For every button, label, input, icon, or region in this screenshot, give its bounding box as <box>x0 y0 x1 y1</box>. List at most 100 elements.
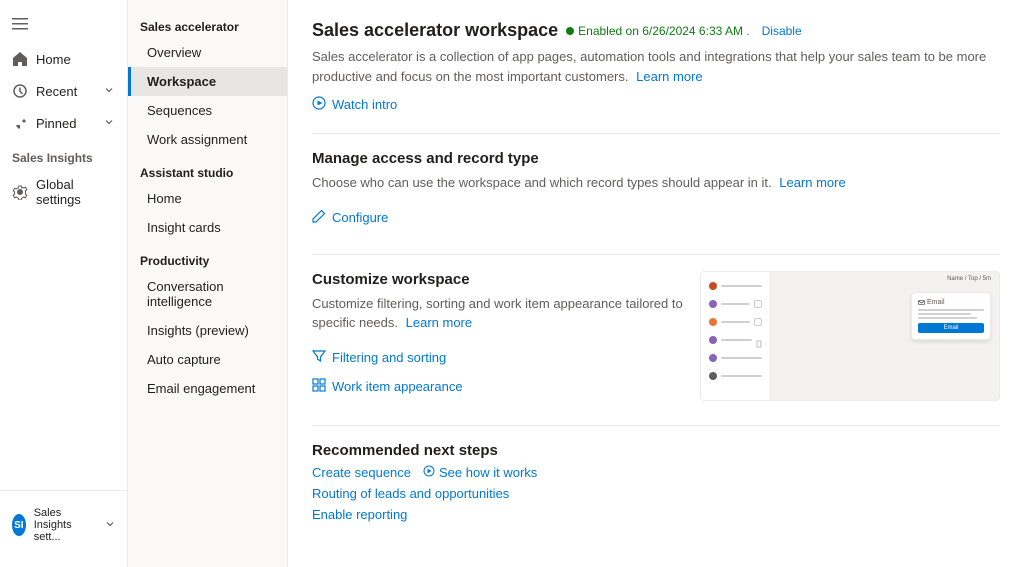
rec-step-create-sequence: Create sequence See how it works <box>312 465 1000 480</box>
status-dot-icon <box>566 27 574 35</box>
sidebar-item-insight-cards[interactable]: Insight cards <box>128 213 287 242</box>
pin-icon <box>12 115 28 131</box>
assistant-studio-section-label: Assistant studio <box>128 154 287 184</box>
enable-reporting-link[interactable]: Enable reporting <box>312 507 407 522</box>
page-header: Sales accelerator workspace Enabled on 6… <box>312 20 1000 41</box>
sidebar-item-work-assignment[interactable]: Work assignment <box>128 125 287 154</box>
nav-home-label: Home <box>36 52 71 67</box>
see-how-it-works-link[interactable]: See how it works <box>423 465 537 480</box>
configure-link[interactable]: Configure <box>312 205 1000 230</box>
sidebar-item-insights-preview[interactable]: Insights (preview) <box>128 316 287 345</box>
work-item-appearance-link[interactable]: Work item appearance <box>312 374 684 399</box>
sidebar-item-email-engagement[interactable]: Email engagement <box>128 374 287 403</box>
manage-access-desc: Choose who can use the workspace and whi… <box>312 173 1000 193</box>
left-navigation: Home Recent Pinned Sales Insights <box>0 0 128 567</box>
preview-phone <box>756 336 762 344</box>
email-line-3 <box>918 317 977 319</box>
customize-content: Customize workspace Customize filtering,… <box>312 271 684 399</box>
preview-line-2 <box>721 303 750 305</box>
preview-dot-purple-2 <box>709 336 717 344</box>
preview-row-4 <box>705 334 766 346</box>
preview-line-5 <box>721 357 762 359</box>
recent-icon <box>12 83 28 99</box>
preview-dot-purple-3 <box>709 354 717 362</box>
sidebar-item-workspace[interactable]: Workspace <box>128 67 287 96</box>
sidebar-item-home[interactable]: Home <box>128 184 287 213</box>
sidebar-item-overview[interactable]: Overview <box>128 38 287 67</box>
watch-intro-button[interactable]: Watch intro <box>312 96 1000 113</box>
nav-global-settings[interactable]: Global settings <box>0 169 127 215</box>
nav-bottom-bar: SI Sales Insights sett... <box>0 490 127 559</box>
sidebar: Sales accelerator Overview Workspace Seq… <box>128 0 288 567</box>
status-badge: Enabled on 6/26/2024 6:33 AM . <box>566 24 749 38</box>
play-small-icon <box>423 465 435 480</box>
preview-email-lines <box>918 309 984 319</box>
preview-row-3 <box>705 316 766 328</box>
bottom-sales-insights[interactable]: SI Sales Insights sett... <box>0 499 127 551</box>
preview-email-card: Email Email <box>911 292 991 340</box>
nav-home[interactable]: Home <box>0 43 127 75</box>
preview-dot-gray <box>709 372 717 380</box>
see-how-label: See how it works <box>439 465 537 480</box>
customize-learn-more-link[interactable]: Learn more <box>406 315 472 330</box>
rec-step-routing: Routing of leads and opportunities <box>312 486 1000 501</box>
customize-title: Customize workspace <box>312 271 684 288</box>
customize-desc: Customize filtering, sorting and work it… <box>312 294 684 333</box>
filtering-sorting-link[interactable]: Filtering and sorting <box>312 345 684 370</box>
preview-right-panel: Name / Top / 5m Email Email <box>771 272 999 400</box>
hamburger-menu[interactable] <box>0 8 127 43</box>
page-title: Sales accelerator workspace <box>312 20 558 41</box>
work-item-appearance-label: Work item appearance <box>332 379 463 394</box>
manage-access-title: Manage access and record type <box>312 150 1000 167</box>
recommended-steps-list: Create sequence See how it works Routing… <box>312 465 1000 522</box>
manage-access-learn-more-link[interactable]: Learn more <box>779 175 845 190</box>
customize-desc-text: Customize filtering, sorting and work it… <box>312 296 683 331</box>
configure-label: Configure <box>332 210 388 225</box>
nav-recent-label: Recent <box>36 84 77 99</box>
description-learn-more-link[interactable]: Learn more <box>636 69 702 84</box>
rec-step-reporting: Enable reporting <box>312 507 1000 522</box>
watch-intro-label: Watch intro <box>332 97 397 112</box>
email-line-2 <box>918 313 971 315</box>
preview-dot-orange <box>709 318 717 326</box>
filtering-sorting-label: Filtering and sorting <box>332 350 446 365</box>
sales-accelerator-section-label: Sales accelerator <box>128 8 287 38</box>
divider-2 <box>312 254 1000 255</box>
manage-access-desc-text: Choose who can use the workspace and whi… <box>312 175 772 190</box>
recommended-title: Recommended next steps <box>312 442 1000 459</box>
sidebar-item-auto-capture[interactable]: Auto capture <box>128 345 287 374</box>
nav-pinned[interactable]: Pinned <box>0 107 127 139</box>
filter-icon <box>312 349 326 366</box>
preview-email-label: Email <box>918 299 984 306</box>
preview-email-btn: Email <box>918 323 984 333</box>
productivity-section-label: Productivity <box>128 242 287 272</box>
divider-3 <box>312 425 1000 426</box>
routing-link[interactable]: Routing of leads and opportunities <box>312 486 509 501</box>
preview-row-1 <box>705 280 766 292</box>
create-sequence-link[interactable]: Create sequence <box>312 465 411 480</box>
divider-1 <box>312 133 1000 134</box>
nav-global-settings-label: Global settings <box>36 177 115 207</box>
preview-line-1 <box>721 285 762 287</box>
preview-dot-red <box>709 282 717 290</box>
nav-recent[interactable]: Recent <box>0 75 127 107</box>
gear-icon <box>12 184 28 200</box>
disable-link[interactable]: Disable <box>762 24 802 38</box>
grid-icon <box>312 378 326 395</box>
preview-line-4 <box>721 339 752 341</box>
preview-row-6 <box>705 370 766 382</box>
preview-dot-purple <box>709 300 717 308</box>
bottom-chevron-icon <box>105 518 115 532</box>
sidebar-item-conversation-intelligence[interactable]: Conversation intelligence <box>128 272 287 316</box>
preview-list <box>701 272 771 400</box>
pinned-chevron-icon <box>103 116 115 131</box>
nav-pinned-label: Pinned <box>36 116 76 131</box>
sidebar-item-sequences[interactable]: Sequences <box>128 96 287 125</box>
preview-checkbox <box>754 300 762 308</box>
home-icon <box>12 51 28 67</box>
manage-access-section: Manage access and record type Choose who… <box>312 150 1000 230</box>
recent-chevron-icon <box>103 84 115 99</box>
preview-checkbox-2 <box>754 318 762 326</box>
pencil-icon <box>312 209 326 226</box>
status-text: Enabled on 6/26/2024 6:33 AM . <box>578 24 749 38</box>
